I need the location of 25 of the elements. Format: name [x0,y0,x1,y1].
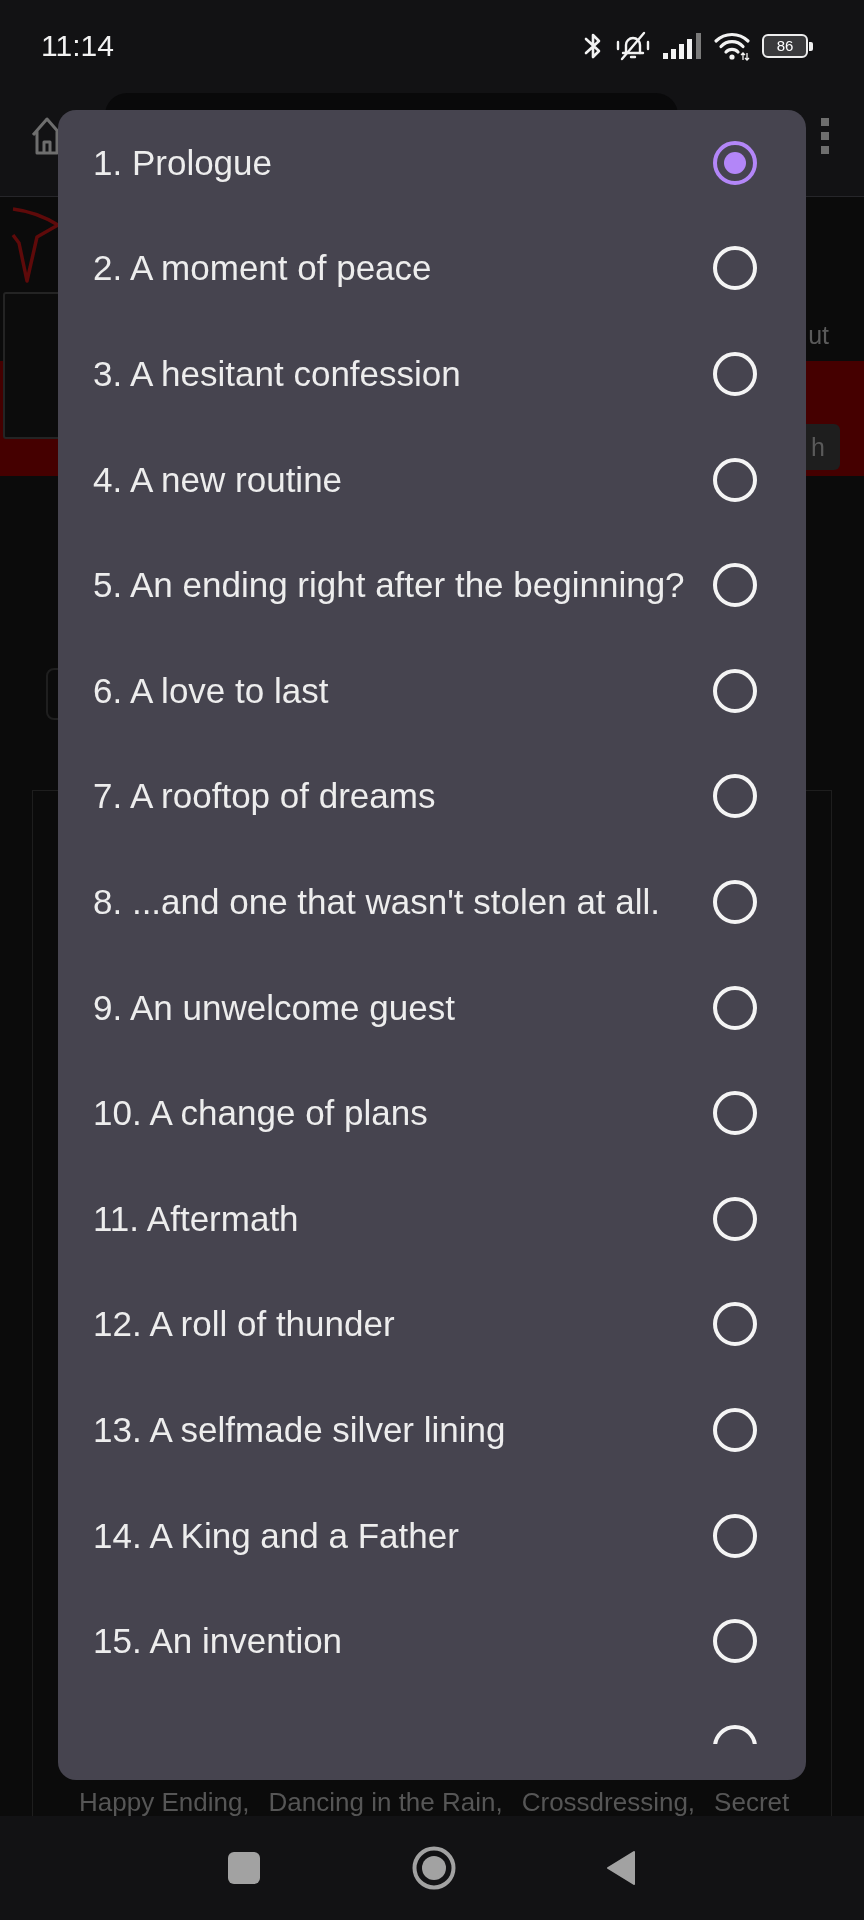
more-options-icon[interactable] [821,118,829,154]
chapter-option[interactable]: 7. A rooftop of dreams [58,743,806,850]
chapter-option[interactable]: 14. A King and a Father [58,1482,806,1589]
label-text: ut [808,321,829,350]
clock-time: 11:14 [41,29,114,63]
chapter-option[interactable]: 6. A love to last [58,637,806,744]
chapter-option[interactable]: 1. Prologue [58,110,806,216]
chapter-option[interactable]: 8. ...and one that wasn't stolen at all. [58,849,806,955]
signal-bars-icon [662,33,702,59]
chapter-option[interactable]: 12. A roll of thunder [58,1271,806,1378]
wifi-icon [713,31,751,61]
chapter-option[interactable]: 13. A selfmade silver lining [58,1377,806,1483]
chapter-option[interactable]: 15. An invention [58,1588,806,1694]
ring-dot-icon[interactable] [412,1846,456,1890]
muted-bell-icon [615,30,651,62]
radio-button[interactable] [713,140,757,185]
chapter-option[interactable]: 5. An ending right after the beginning? [58,532,806,638]
chapter-option[interactable]: 10. A change of plans [58,1060,806,1166]
battery-indicator: 86 [762,34,813,58]
square-icon[interactable] [228,1852,260,1884]
chapter-option[interactable]: 3. A hesitant confession [58,321,806,427]
chapter-option[interactable]: 9. An unwelcome guest [58,954,806,1061]
chapter-option[interactable]: 11. Aftermath [58,1165,806,1272]
back-icon[interactable] [606,1850,636,1886]
chapter-option[interactable]: 2. A moment of peace [58,215,806,322]
